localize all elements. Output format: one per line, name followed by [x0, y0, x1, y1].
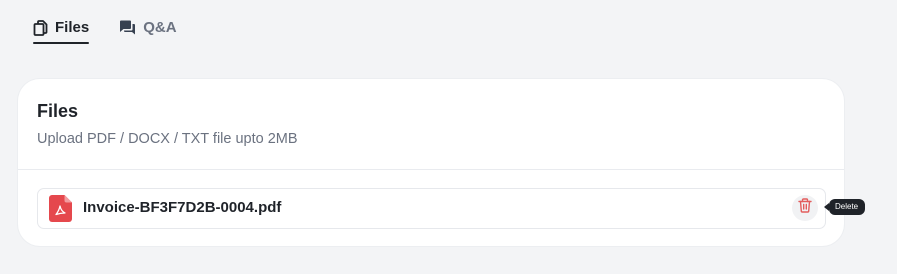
file-row[interactable]: Invoice-BF3F7D2B-0004.pdf: [37, 188, 826, 229]
file-name: Invoice-BF3F7D2B-0004.pdf: [83, 199, 282, 216]
tab-qa[interactable]: Q&A: [119, 19, 177, 44]
upload-instructions: Upload PDF / DOCX / TXT file upto 2MB: [37, 131, 298, 147]
copy-files-icon: [33, 19, 48, 36]
tab-qa-label: Q&A: [143, 19, 177, 36]
trash-icon: [798, 198, 812, 218]
delete-tooltip: Delete: [823, 199, 866, 215]
tab-files[interactable]: Files: [33, 19, 90, 44]
tab-files-label: Files: [55, 19, 90, 36]
tab-bar: Files Q&A: [33, 19, 177, 44]
files-card: Files Upload PDF / DOCX / TXT file upto …: [18, 79, 844, 246]
pdf-file-icon: [49, 195, 72, 227]
chat-bubbles-icon: [119, 20, 136, 35]
delete-button[interactable]: [792, 195, 818, 221]
card-title: Files: [37, 101, 79, 121]
divider: [18, 169, 844, 170]
